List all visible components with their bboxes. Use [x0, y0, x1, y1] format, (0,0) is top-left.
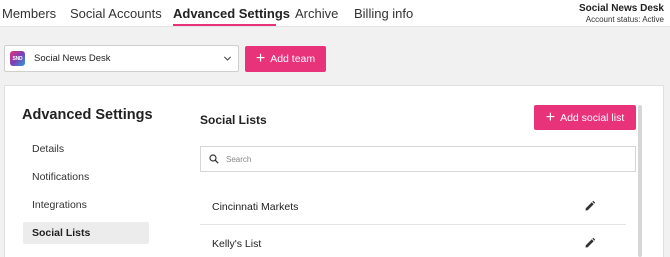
sidebar-item-notifications[interactable]: Notifications	[23, 166, 149, 188]
chevron-down-icon	[223, 56, 232, 61]
add-social-list-button[interactable]: + Add social list	[534, 105, 636, 130]
plus-icon: +	[545, 108, 556, 126]
account-name: Social News Desk	[578, 3, 664, 14]
search-input[interactable]	[226, 154, 626, 164]
list-item[interactable]: Cincinnati Markets	[200, 188, 626, 225]
sidebar-item-social-lists[interactable]: Social Lists	[23, 222, 149, 244]
active-tab-indicator	[173, 24, 276, 26]
tab-members[interactable]: Members	[2, 6, 56, 21]
tab-social-accounts[interactable]: Social Accounts	[70, 6, 162, 21]
add-social-list-label: Add social list	[560, 111, 625, 124]
plus-icon: +	[255, 50, 266, 67]
section-title: Social Lists	[200, 113, 267, 127]
tab-billing-info[interactable]: Billing info	[354, 6, 413, 21]
sidebar-item-details[interactable]: Details	[23, 138, 149, 160]
account-status: Account status: Active	[585, 15, 664, 24]
pencil-icon[interactable]	[584, 200, 596, 212]
tab-archive[interactable]: Archive	[295, 6, 338, 21]
search-icon	[209, 154, 219, 164]
account-info: Social News Desk Account status: Active	[579, 3, 664, 24]
list-item[interactable]: Kelly's List	[200, 225, 626, 257]
list-item-name: Kelly's List	[212, 237, 262, 250]
search-box	[200, 146, 636, 172]
tab-advanced-settings[interactable]: Advanced Settings	[173, 6, 290, 21]
team-select-value: Social News Desk	[34, 53, 111, 64]
top-nav: Members Social Accounts Advanced Setting…	[0, 0, 670, 27]
pencil-icon[interactable]	[584, 237, 596, 249]
panel-title: Advanced Settings	[22, 107, 153, 123]
team-select[interactable]: SND Social News Desk	[4, 45, 239, 72]
team-logo: SND	[10, 51, 25, 66]
add-team-button[interactable]: + Add team	[245, 46, 326, 72]
scrollbar[interactable]	[638, 105, 642, 257]
add-team-label: Add team	[270, 53, 316, 65]
list-item-name: Cincinnati Markets	[212, 200, 299, 213]
sidebar-item-integrations[interactable]: Integrations	[23, 194, 149, 216]
